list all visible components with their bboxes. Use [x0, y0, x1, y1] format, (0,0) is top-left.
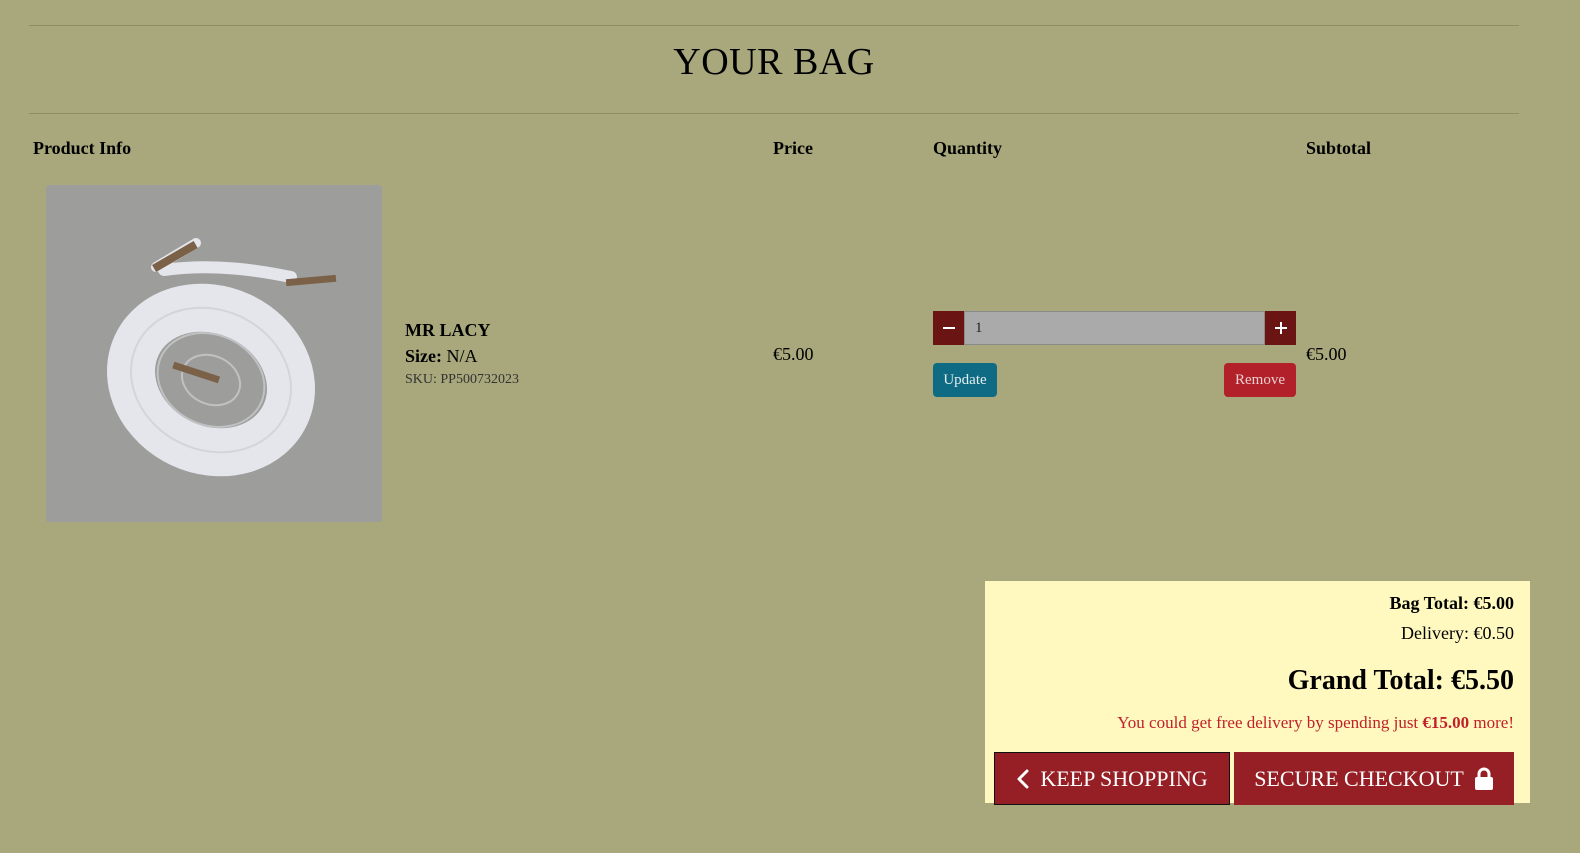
page-title: YOUR BAG — [673, 41, 875, 83]
shoelace-image — [107, 238, 337, 477]
header-price: Price — [773, 138, 813, 158]
size-label: Size: — [405, 346, 442, 366]
quantity-stepper — [933, 311, 1296, 345]
quantity-input[interactable] — [964, 311, 1265, 345]
header-quantity: Quantity — [933, 138, 1003, 158]
bag-total: Bag Total: €5.00 — [1389, 593, 1514, 613]
secure-checkout-button[interactable]: SECURE CHECKOUT — [1234, 752, 1514, 805]
product-name: MR LACY — [405, 320, 491, 340]
lock-icon — [1474, 767, 1493, 790]
header-product-info: Product Info — [33, 138, 132, 158]
product-size: Size: N/A — [405, 346, 477, 367]
free-delivery-suffix: more! — [1473, 713, 1514, 732]
increment-button[interactable] — [1265, 311, 1296, 345]
decrement-button[interactable] — [933, 311, 964, 345]
plus-icon — [1274, 322, 1287, 334]
keep-shopping-button[interactable]: KEEP SHOPPING — [994, 752, 1230, 805]
top-divider — [29, 25, 1519, 26]
item-price: €5.00 — [773, 344, 814, 364]
order-summary: Bag Total: €5.00 Delivery: €0.50 Grand T… — [985, 581, 1530, 805]
header-subtotal: Subtotal — [1306, 138, 1372, 158]
free-delivery-prefix: You could get free delivery by spending … — [1117, 713, 1419, 732]
size-value: N/A — [446, 346, 478, 366]
chevron-left-icon — [1017, 769, 1029, 788]
product-image — [46, 185, 382, 522]
delivery-cost: Delivery: €0.50 — [1401, 623, 1514, 643]
keep-shopping-label: KEEP SHOPPING — [1040, 765, 1208, 791]
minus-icon — [942, 327, 955, 329]
update-button[interactable]: Update — [933, 363, 997, 397]
free-delivery-amount: €15.00 — [1422, 713, 1470, 732]
title-divider — [29, 113, 1519, 114]
item-subtotal: €5.00 — [1306, 344, 1347, 364]
product-sku: SKU: PP500732023 — [405, 372, 519, 387]
grand-total: Grand Total: €5.50 — [1287, 665, 1514, 696]
remove-button[interactable]: Remove — [1224, 363, 1296, 397]
free-delivery-message: You could get free delivery by spending … — [1117, 713, 1514, 733]
secure-checkout-label: SECURE CHECKOUT — [1254, 765, 1464, 791]
